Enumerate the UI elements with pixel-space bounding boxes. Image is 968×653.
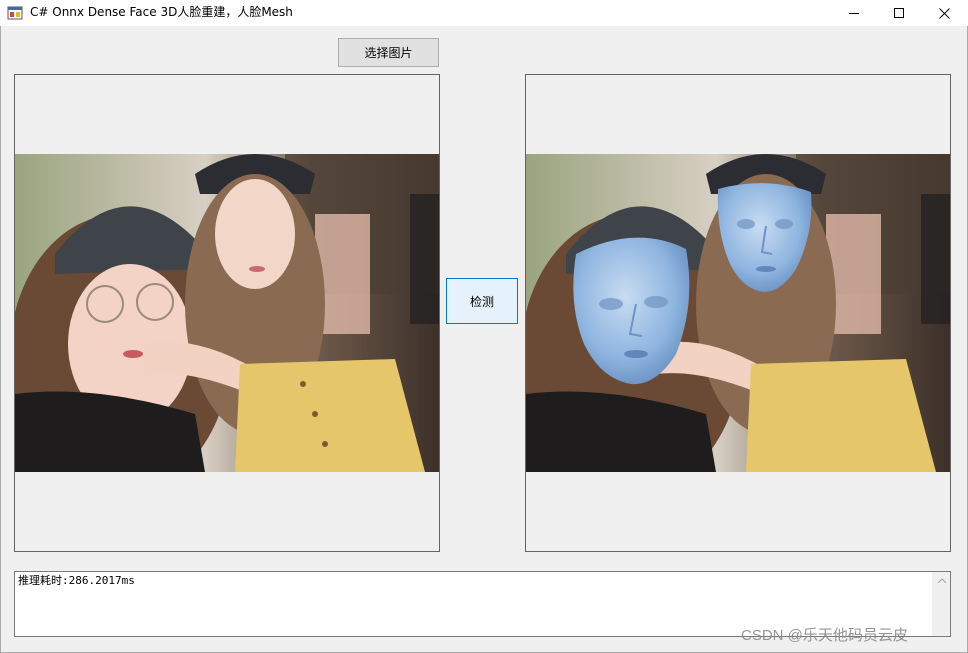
- window-title: C# Onnx Dense Face 3D人脸重建，人脸Mesh: [30, 5, 293, 19]
- input-photo: [15, 154, 439, 472]
- close-icon: [938, 7, 950, 19]
- chevron-up-icon: [937, 578, 946, 583]
- inference-time-text: 推理耗时:286.2017ms: [18, 574, 135, 587]
- minimize-icon: [849, 13, 859, 14]
- close-button[interactable]: [921, 0, 967, 26]
- detect-button[interactable]: 检测: [446, 278, 518, 324]
- textbox-scrollbar[interactable]: [932, 572, 950, 636]
- output-picture-box: [525, 74, 951, 552]
- maximize-button[interactable]: [876, 0, 922, 26]
- output-photo-with-mesh: [526, 154, 950, 472]
- scroll-up-button[interactable]: [933, 572, 950, 589]
- minimize-button[interactable]: [831, 0, 877, 26]
- input-picture-box: [14, 74, 440, 552]
- select-image-button[interactable]: 选择图片: [338, 38, 439, 67]
- title-bar[interactable]: C# Onnx Dense Face 3D人脸重建，人脸Mesh: [0, 0, 968, 26]
- winforms-app-icon: [7, 6, 23, 20]
- maximize-icon: [894, 8, 904, 18]
- watermark-text: CSDN @乐天他码员云皮: [741, 627, 908, 644]
